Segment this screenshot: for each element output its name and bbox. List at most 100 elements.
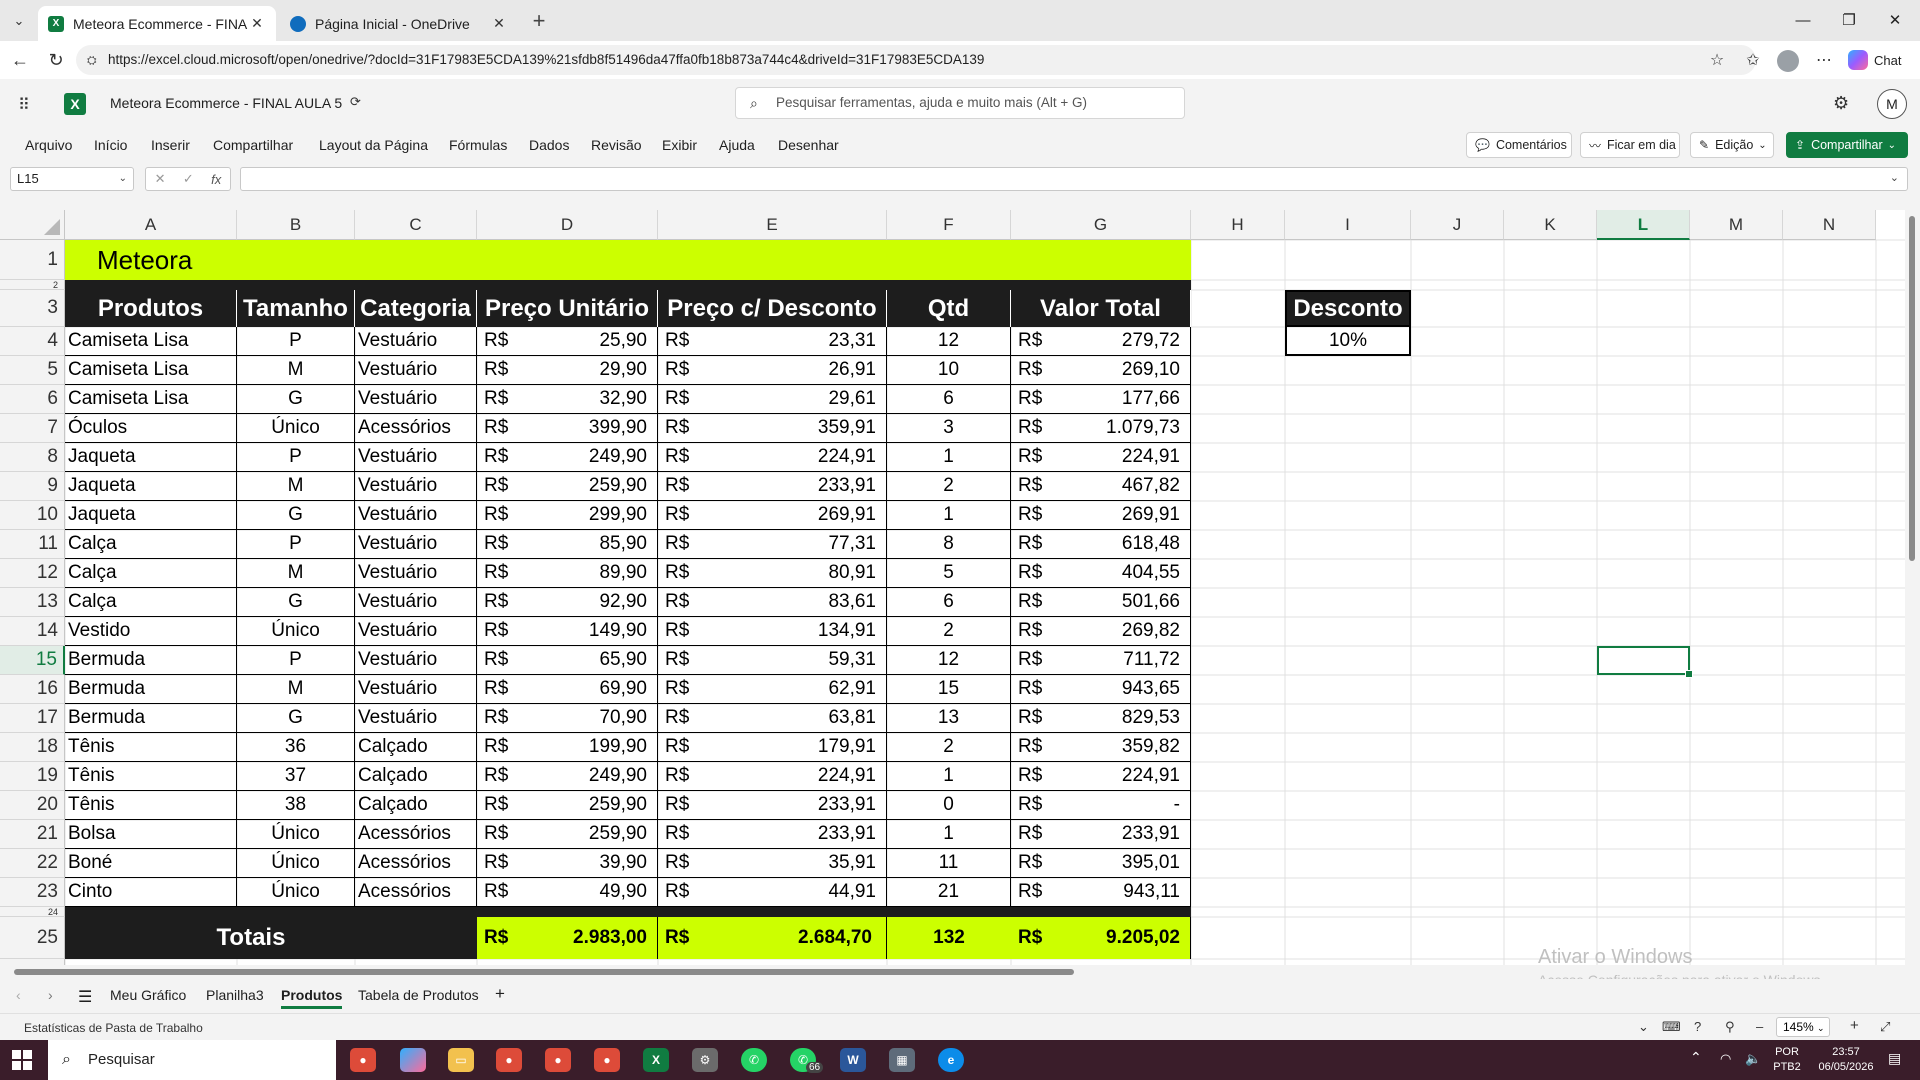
name-box[interactable]: L15 ⌄	[10, 167, 134, 191]
word-app-icon[interactable]: W	[840, 1048, 866, 1072]
cell-qtd[interactable]: 15	[887, 675, 1011, 704]
taskbar-search-box[interactable]: ⌕ Pesquisar	[48, 1040, 336, 1080]
cell-preco-desconto[interactable]: R$ 179,91	[658, 733, 887, 762]
cell-preco-desconto[interactable]: R$ 269,91	[658, 501, 887, 530]
column-header-k[interactable]: K	[1504, 210, 1597, 240]
expand-formula-icon[interactable]: ⌄	[1890, 171, 1899, 184]
url-field[interactable]: ⛭ https://excel.cloud.microsoft/open/one…	[76, 45, 1756, 75]
zoom-level-select[interactable]: 145% ⌄	[1776, 1017, 1830, 1037]
chrome-profile-3-icon[interactable]: ●	[545, 1048, 571, 1072]
cell-tamanho[interactable]: 36	[237, 733, 355, 762]
restore-icon[interactable]: ❐	[1826, 6, 1872, 36]
column-header-i[interactable]: I	[1285, 210, 1411, 240]
row-header-1[interactable]: 1	[0, 240, 65, 280]
menu-exibir[interactable]: Exibir	[662, 137, 697, 153]
cell-produto[interactable]: Tênis	[65, 762, 237, 791]
cell-qtd[interactable]: 6	[887, 385, 1011, 414]
menu-revisao[interactable]: Revisão	[591, 137, 642, 153]
close-tab-icon[interactable]: ✕	[490, 15, 508, 32]
cell-tamanho[interactable]: Único	[237, 820, 355, 849]
favorites-list-icon[interactable]: ✩	[1742, 50, 1764, 70]
cell-preco-unitario[interactable]: R$ 249,90	[477, 762, 658, 791]
cell-categoria[interactable]: Acessórios	[355, 849, 477, 878]
cell-categoria[interactable]: Vestuário	[355, 675, 477, 704]
cell-preco-unitario[interactable]: R$ 32,90	[477, 385, 658, 414]
tools-app-icon[interactable]: ⚙	[692, 1048, 718, 1072]
chrome-app-icon[interactable]: ●	[350, 1048, 376, 1072]
cell-valor-total[interactable]: R$ 829,53	[1011, 704, 1191, 733]
menu-inserir[interactable]: Inserir	[151, 137, 190, 153]
cell-tamanho[interactable]: 37	[237, 762, 355, 791]
active-cell-selection[interactable]	[1597, 646, 1693, 678]
cell-qtd[interactable]: 1	[887, 762, 1011, 791]
volume-icon[interactable]: 🔈	[1745, 1051, 1761, 1066]
cell-qtd[interactable]: 1	[887, 820, 1011, 849]
cell-produto[interactable]: Vestido	[65, 617, 237, 646]
cell-preco-unitario[interactable]: R$ 259,90	[477, 472, 658, 501]
cell-tamanho[interactable]: 38	[237, 791, 355, 820]
cell-valor-total[interactable]: R$ 618,48	[1011, 530, 1191, 559]
row-header-17[interactable]: 17	[0, 704, 65, 733]
table-header-2[interactable]: Tamanho	[237, 290, 355, 327]
cell-valor-total[interactable]: R$ 943,11	[1011, 878, 1191, 907]
row-header-23[interactable]: 23	[0, 878, 65, 907]
cell-produto[interactable]: Calça	[65, 559, 237, 588]
cell-categoria[interactable]: Vestuário	[355, 530, 477, 559]
cell-preco-unitario[interactable]: R$ 92,90	[477, 588, 658, 617]
cell-preco-desconto[interactable]: R$ 26,91	[658, 356, 887, 385]
cell-valor-total[interactable]: R$ 711,72	[1011, 646, 1191, 675]
cell-preco-desconto[interactable]: R$ 224,91	[658, 443, 887, 472]
cell-tamanho[interactable]: G	[237, 385, 355, 414]
cell-tamanho[interactable]: Único	[237, 849, 355, 878]
cell-qtd[interactable]: 8	[887, 530, 1011, 559]
cell-preco-unitario[interactable]: R$ 39,90	[477, 849, 658, 878]
row-header-21[interactable]: 21	[0, 820, 65, 849]
share-button[interactable]: ⇪ Compartilhar ⌄	[1786, 132, 1908, 158]
menu-formulas[interactable]: Fórmulas	[449, 137, 507, 153]
row-header-12[interactable]: 12	[0, 559, 65, 588]
cell-qtd[interactable]: 0	[887, 791, 1011, 820]
user-avatar[interactable]: M	[1877, 89, 1907, 119]
cell-qtd[interactable]: 2	[887, 617, 1011, 646]
cell-preco-unitario[interactable]: R$ 259,90	[477, 820, 658, 849]
clock[interactable]: 23:57 06/05/2026	[1810, 1045, 1882, 1075]
row-header-3[interactable]: 3	[0, 290, 65, 327]
close-tab-icon[interactable]: ✕	[248, 15, 266, 32]
column-header-h[interactable]: H	[1191, 210, 1285, 240]
confirm-icon[interactable]: ✓	[183, 171, 194, 187]
row-header-15[interactable]: 15	[0, 646, 65, 675]
cell-preco-unitario[interactable]: R$ 299,90	[477, 501, 658, 530]
file-explorer-icon[interactable]: ▭	[448, 1048, 474, 1072]
cell-preco-desconto[interactable]: R$ 233,91	[658, 791, 887, 820]
cell-tamanho[interactable]: P	[237, 327, 355, 356]
cell-produto[interactable]: Tênis	[65, 791, 237, 820]
row-header-11[interactable]: 11	[0, 530, 65, 559]
cell-categoria[interactable]: Acessórios	[355, 878, 477, 907]
keyboard-icon[interactable]: ⌨	[1662, 1019, 1681, 1035]
cell-preco-unitario[interactable]: R$ 29,90	[477, 356, 658, 385]
discount-header[interactable]: Desconto	[1285, 290, 1411, 327]
cell-valor-total[interactable]: R$ 395,01	[1011, 849, 1191, 878]
cell-qtd[interactable]: 13	[887, 704, 1011, 733]
cell-preco-unitario[interactable]: R$ 25,90	[477, 327, 658, 356]
cell-preco-unitario[interactable]: R$ 65,90	[477, 646, 658, 675]
network-icon[interactable]: ◠	[1720, 1051, 1731, 1066]
column-header-n[interactable]: N	[1783, 210, 1876, 240]
browser-tab-onedrive[interactable]: Página Inicial - OneDrive ✕	[280, 6, 518, 41]
cell-valor-total[interactable]: R$ 467,82	[1011, 472, 1191, 501]
cell-preco-desconto[interactable]: R$ 83,61	[658, 588, 887, 617]
column-header-c[interactable]: C	[355, 210, 477, 240]
cell-categoria[interactable]: Vestuário	[355, 472, 477, 501]
cell-valor-total[interactable]: R$ 279,72	[1011, 327, 1191, 356]
cell-tamanho[interactable]: M	[237, 675, 355, 704]
cell-tamanho[interactable]: G	[237, 704, 355, 733]
sheet-tab-tabela-de-produtos[interactable]: Tabela de Produtos	[358, 987, 479, 1003]
cell-tamanho[interactable]: M	[237, 356, 355, 385]
table-header-4[interactable]: Preço Unitário	[477, 290, 658, 327]
column-header-e[interactable]: E	[658, 210, 887, 240]
cell-valor-total[interactable]: R$ 359,82	[1011, 733, 1191, 762]
cell-preco-unitario[interactable]: R$ 249,90	[477, 443, 658, 472]
cell-valor-total[interactable]: R$ 177,66	[1011, 385, 1191, 414]
profile-avatar[interactable]	[1777, 50, 1799, 72]
cell-qtd[interactable]: 12	[887, 327, 1011, 356]
